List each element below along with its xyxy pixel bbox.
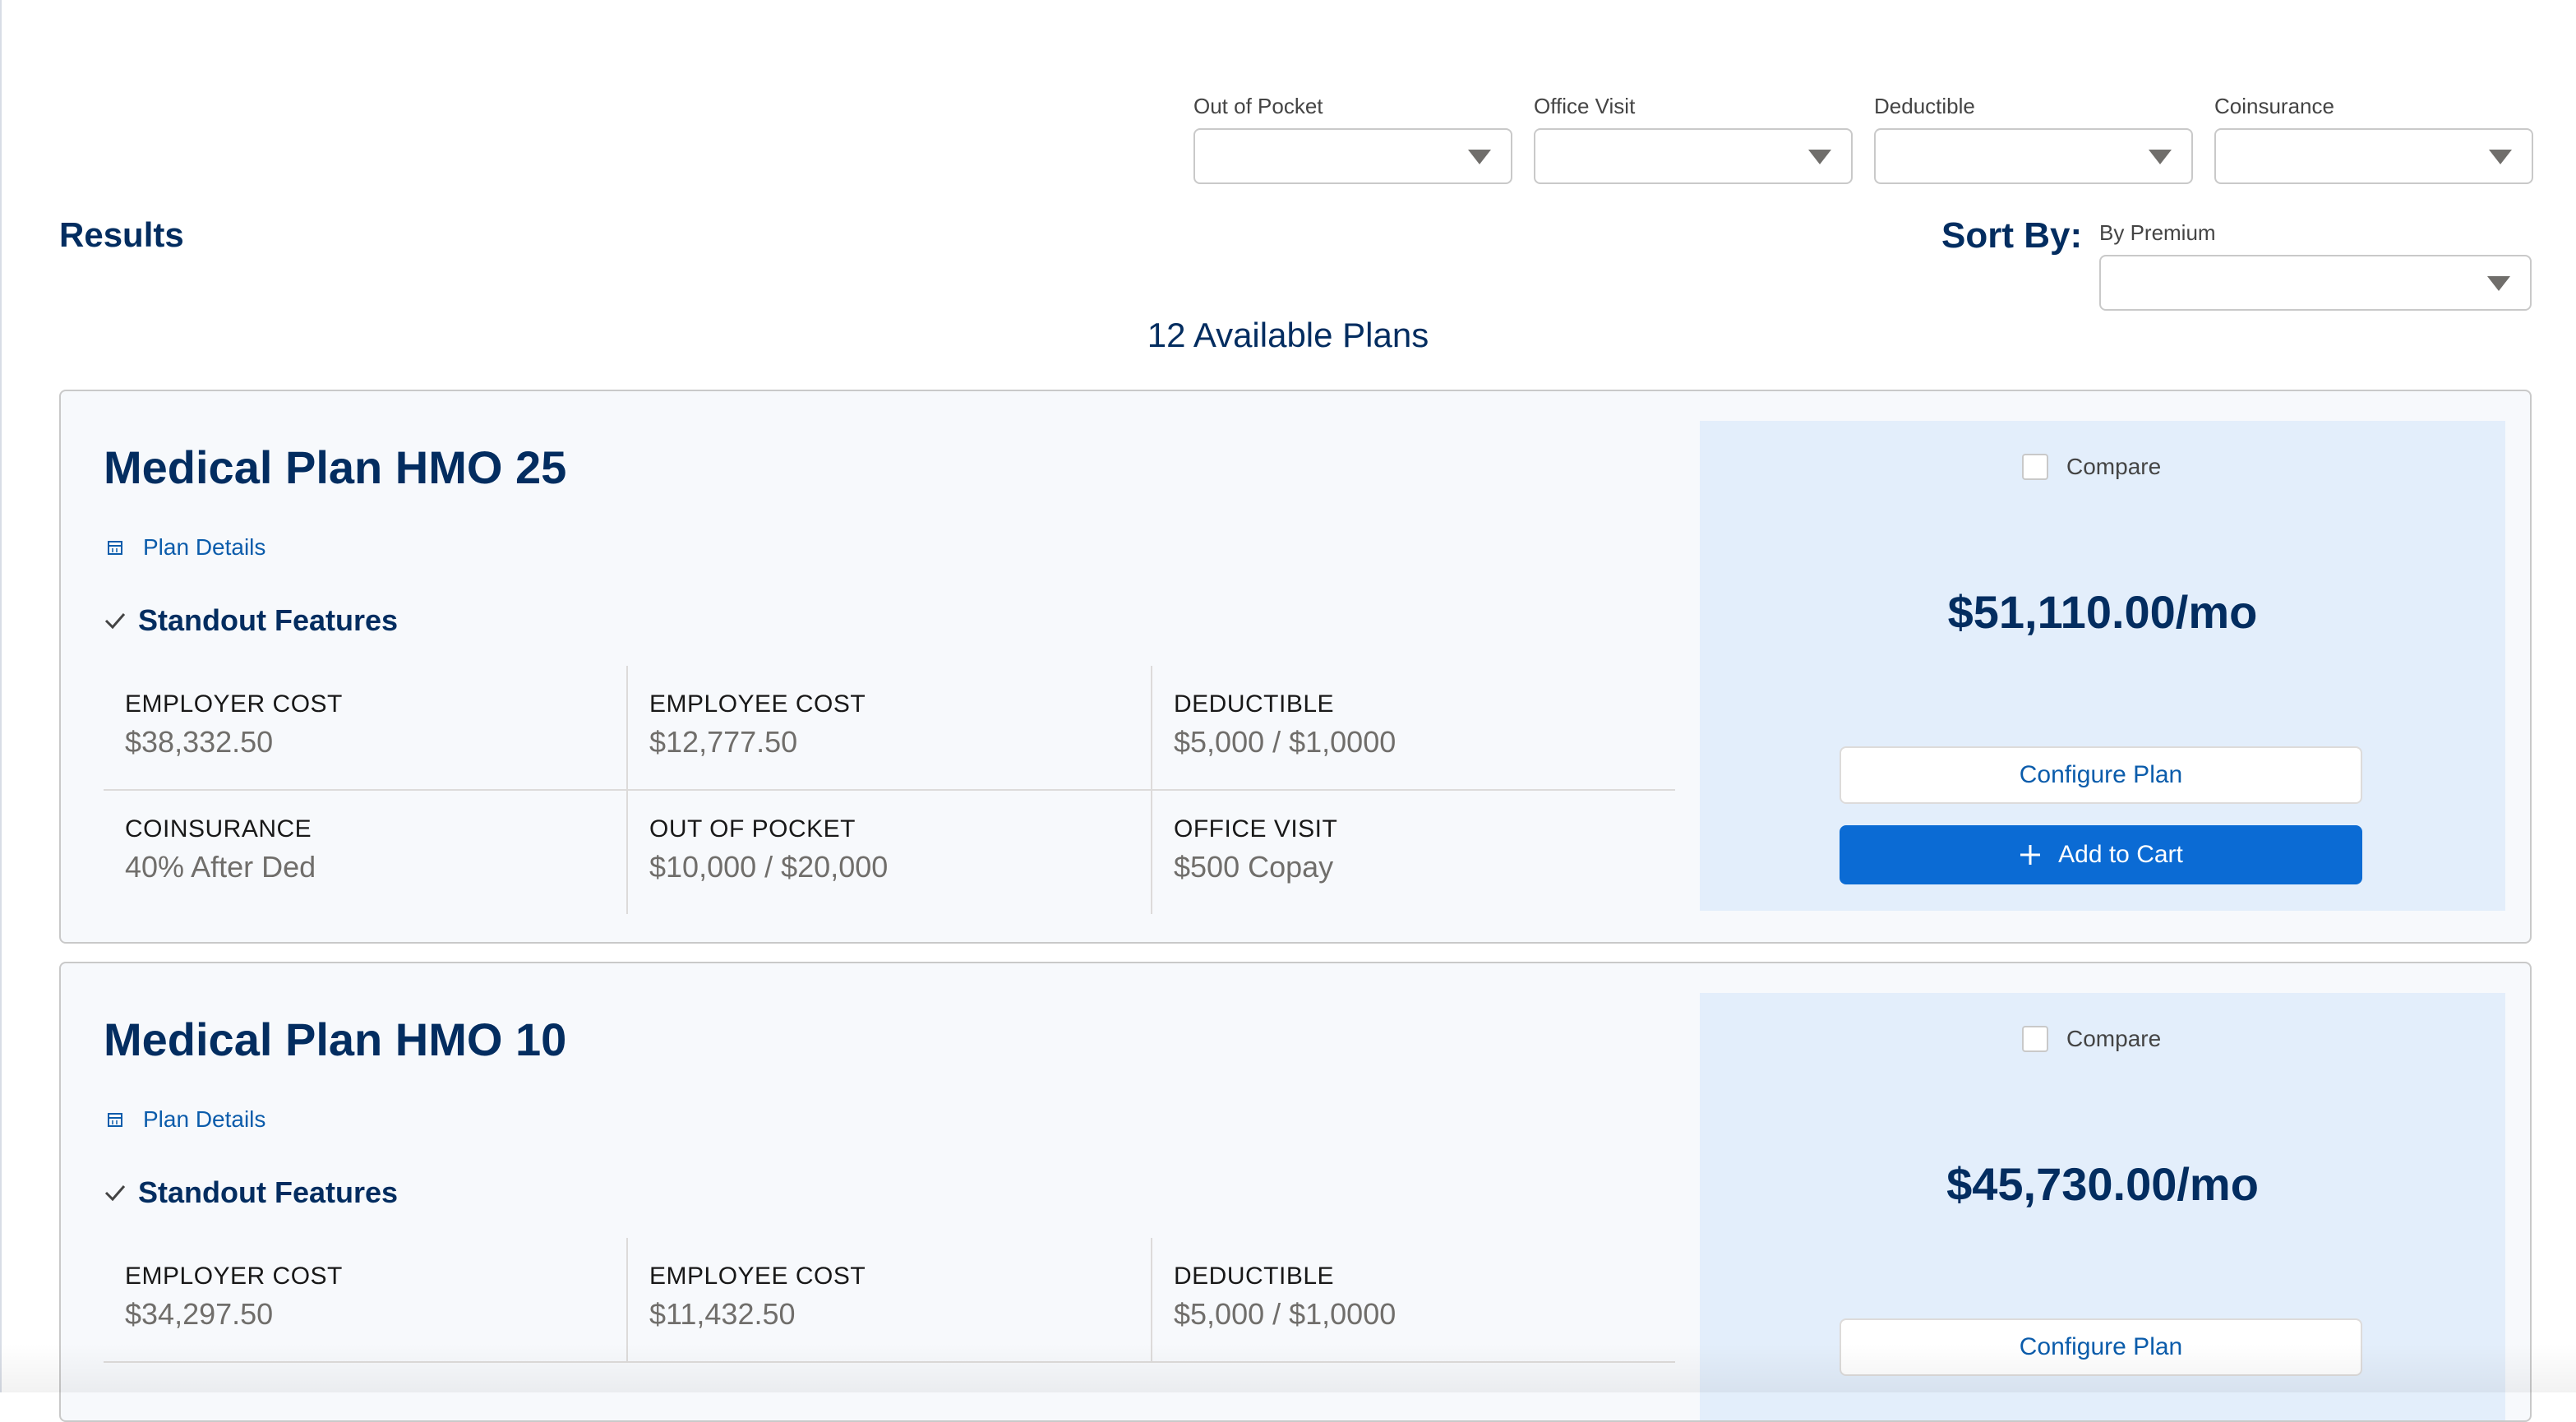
metric-value: $34,297.50 xyxy=(125,1297,274,1331)
metrics-row: COINSURANCE 40% After Ded OUT OF POCKET … xyxy=(104,791,1675,914)
standout-features-label: Standout Features xyxy=(138,603,399,637)
standout-features-toggle[interactable]: Standout Features xyxy=(104,1175,398,1210)
plan-card: Medical Plan HMO 10 Plan Details Standou… xyxy=(59,962,2532,1422)
caret-down-icon xyxy=(2149,150,2172,164)
standout-features-toggle[interactable]: Standout Features xyxy=(104,603,398,638)
metric-employer-cost: EMPLOYER COST $38,332.50 xyxy=(104,666,628,789)
filter-office-visit: Office Visit xyxy=(1534,92,1853,184)
plan-card: Medical Plan HMO 25 Plan Details Standou… xyxy=(59,390,2532,944)
filter-label: Deductible xyxy=(1874,94,1975,118)
metric-label: EMPLOYEE COST xyxy=(649,1263,866,1290)
metric-coinsurance: COINSURANCE 40% After Ded xyxy=(104,791,628,914)
available-plans-count: 12 Available Plans xyxy=(1147,316,1429,354)
plan-details-link[interactable]: Plan Details xyxy=(107,1106,265,1133)
metric-value: $12,777.50 xyxy=(649,725,798,759)
metric-value: $11,432.50 xyxy=(649,1297,796,1331)
calendar-icon xyxy=(108,1113,122,1127)
configure-plan-label: Configure Plan xyxy=(2019,761,2183,788)
metric-employee-cost: EMPLOYEE COST $12,777.50 xyxy=(628,666,1152,789)
filter-coinsurance: Coinsurance xyxy=(2214,92,2533,184)
metric-value: $10,000 / $20,000 xyxy=(649,850,889,884)
price-panel: Compare $51,110.00/mo Configure Plan Add… xyxy=(1700,421,2505,911)
metric-employee-cost: EMPLOYEE COST $11,432.50 xyxy=(628,1238,1152,1361)
metric-label: DEDUCTIBLE xyxy=(1174,690,1335,718)
plan-details-link[interactable]: Plan Details xyxy=(107,534,265,561)
left-border xyxy=(0,0,2,1392)
sort-select[interactable] xyxy=(2099,255,2532,311)
filter-deductible: Deductible xyxy=(1874,92,2193,184)
caret-down-icon xyxy=(2487,276,2510,291)
plan-metrics: EMPLOYER COST $34,297.50 EMPLOYEE COST $… xyxy=(104,1238,1675,1363)
plus-icon xyxy=(2020,845,2041,865)
metric-value: $5,000 / $1,0000 xyxy=(1174,725,1396,759)
add-to-cart-button[interactable]: Add to Cart xyxy=(1840,825,2362,884)
metric-value: $38,332.50 xyxy=(125,725,274,759)
coinsurance-select[interactable] xyxy=(2214,128,2533,184)
sort-sub-label: By Premium xyxy=(2099,220,2216,245)
filter-label: Out of Pocket xyxy=(1193,94,1323,118)
sort-filter: By Premium xyxy=(2099,219,2532,311)
results-heading: Results xyxy=(59,215,184,254)
filter-label: Office Visit xyxy=(1534,94,1636,118)
metric-label: EMPLOYER COST xyxy=(125,690,343,718)
configure-plan-button[interactable]: Configure Plan xyxy=(1840,1318,2362,1376)
compare-checkbox[interactable] xyxy=(2022,1026,2048,1052)
filter-out-of-pocket: Out of Pocket xyxy=(1193,92,1512,184)
price-panel: Compare $45,730.00/mo Configure Plan xyxy=(1700,993,2505,1420)
compare-checkbox[interactable] xyxy=(2022,454,2048,480)
metrics-row: EMPLOYER COST $38,332.50 EMPLOYEE COST $… xyxy=(104,666,1675,791)
plan-details-label: Plan Details xyxy=(143,1106,266,1132)
calendar-icon xyxy=(108,541,122,555)
plan-title: Medical Plan HMO 25 xyxy=(104,441,567,493)
metric-value: $5,000 / $1,0000 xyxy=(1174,1297,1396,1331)
metric-office-visit: OFFICE VISIT $500 Copay xyxy=(1152,791,1675,914)
compare-checkbox-group[interactable]: Compare xyxy=(2022,454,2161,480)
caret-down-icon xyxy=(1468,150,1491,164)
compare-label: Compare xyxy=(2066,454,2162,479)
metric-label: OFFICE VISIT xyxy=(1174,815,1338,843)
plan-metrics: EMPLOYER COST $38,332.50 EMPLOYEE COST $… xyxy=(104,666,1675,914)
metric-value: 40% After Ded xyxy=(125,850,316,884)
metric-label: EMPLOYEE COST xyxy=(649,690,866,718)
configure-plan-button[interactable]: Configure Plan xyxy=(1840,746,2362,804)
sort-by-label: Sort By: xyxy=(1941,215,2083,256)
chevron-check-icon xyxy=(104,613,126,630)
standout-features-label: Standout Features xyxy=(138,1175,399,1209)
compare-label: Compare xyxy=(2066,1026,2162,1051)
deductible-select[interactable] xyxy=(1874,128,2193,184)
metric-deductible: DEDUCTIBLE $5,000 / $1,0000 xyxy=(1152,666,1675,789)
plan-price: $51,110.00/mo xyxy=(1947,586,2258,638)
plan-price: $45,730.00/mo xyxy=(1946,1158,2259,1210)
metric-label: DEDUCTIBLE xyxy=(1174,1263,1335,1290)
metric-out-of-pocket: OUT OF POCKET $10,000 / $20,000 xyxy=(628,791,1152,914)
caret-down-icon xyxy=(1808,150,1831,164)
plan-details-label: Plan Details xyxy=(143,534,266,560)
chevron-check-icon xyxy=(104,1185,126,1202)
filter-label: Coinsurance xyxy=(2214,94,2334,118)
metric-value: $500 Copay xyxy=(1174,850,1334,884)
caret-down-icon xyxy=(2489,150,2512,164)
plan-title: Medical Plan HMO 10 xyxy=(104,1013,567,1065)
metric-label: COINSURANCE xyxy=(125,815,312,843)
compare-checkbox-group[interactable]: Compare xyxy=(2022,1026,2161,1052)
metrics-row: EMPLOYER COST $34,297.50 EMPLOYEE COST $… xyxy=(104,1238,1675,1363)
configure-plan-label: Configure Plan xyxy=(2019,1333,2183,1360)
add-to-cart-label: Add to Cart xyxy=(2058,841,2183,868)
out-of-pocket-select[interactable] xyxy=(1193,128,1512,184)
metric-label: EMPLOYER COST xyxy=(125,1263,343,1290)
metric-deductible: DEDUCTIBLE $5,000 / $1,0000 xyxy=(1152,1238,1675,1361)
office-visit-select[interactable] xyxy=(1534,128,1853,184)
metric-label: OUT OF POCKET xyxy=(649,815,856,843)
metric-employer-cost: EMPLOYER COST $34,297.50 xyxy=(104,1238,628,1361)
